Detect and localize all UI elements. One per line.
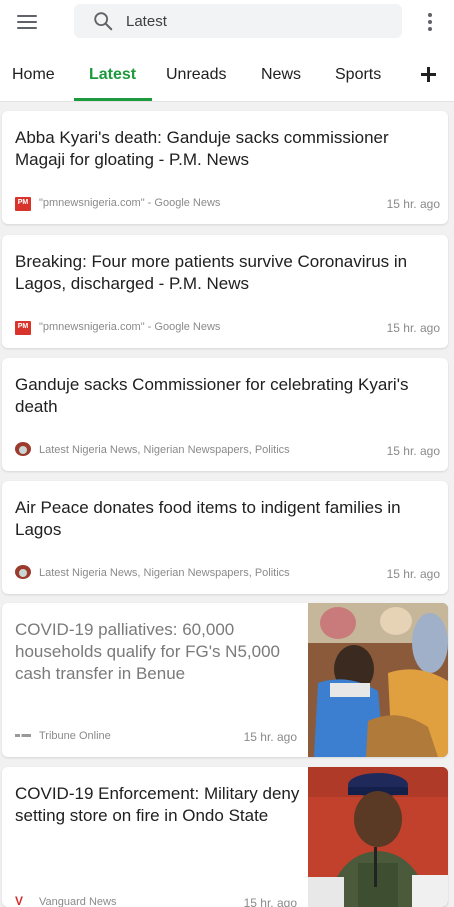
article-thumbnail-image[interactable]	[308, 767, 448, 907]
article-source: Vanguard News	[39, 896, 117, 907]
pm-news-logo-icon: PM	[15, 321, 31, 335]
article-card[interactable]: Breaking: Four more patients survive Cor…	[2, 235, 448, 348]
news-site-logo-icon	[15, 442, 31, 456]
tab-unreads[interactable]: Unreads	[166, 66, 226, 84]
article-meta: Tribune Online 15 hr. ago	[15, 729, 297, 744]
article-meta: Latest Nigeria News, Nigerian Newspapers…	[15, 565, 440, 581]
tab-latest[interactable]: Latest	[89, 66, 136, 84]
article-card[interactable]: Air Peace donates food items to indigent…	[2, 481, 448, 594]
search-icon	[94, 12, 113, 31]
article-meta: Latest Nigeria News, Nigerian Newspapers…	[15, 442, 440, 458]
tab-sports[interactable]: Sports	[335, 66, 381, 84]
article-headline[interactable]: Abba Kyari's death: Ganduje sacks commis…	[15, 127, 440, 171]
article-headline[interactable]: COVID-19 Enforcement: Military deny sett…	[15, 783, 300, 827]
article-headline[interactable]: Air Peace donates food items to indigent…	[15, 497, 440, 541]
tab-home[interactable]: Home	[12, 66, 55, 84]
article-time: 15 hr. ago	[243, 896, 297, 907]
top-app-bar	[0, 0, 454, 44]
vanguard-logo-icon: V	[15, 894, 24, 907]
article-card[interactable]: COVID-19 palliatives: 60,000 households …	[2, 603, 448, 757]
news-site-logo-icon	[15, 565, 31, 579]
article-source: Latest Nigeria News, Nigerian Newspapers…	[39, 567, 290, 579]
article-meta: PM "pmnewsnigeria.com" - Google News 15 …	[15, 320, 440, 335]
category-tabs: Home Latest Unreads News Sports	[0, 44, 454, 102]
article-card[interactable]: COVID-19 Enforcement: Military deny sett…	[2, 767, 448, 907]
search-bar[interactable]	[74, 4, 402, 38]
tribune-logo-icon	[15, 734, 31, 737]
article-source: Latest Nigeria News, Nigerian Newspapers…	[39, 444, 290, 456]
article-meta: PM "pmnewsnigeria.com" - Google News 15 …	[15, 196, 440, 211]
article-time: 15 hr. ago	[386, 197, 440, 211]
add-tab-icon[interactable]	[418, 64, 438, 84]
article-time: 15 hr. ago	[386, 567, 440, 581]
active-tab-indicator	[74, 98, 152, 101]
tab-news[interactable]: News	[261, 66, 301, 84]
article-headline[interactable]: Ganduje sacks Commissioner for celebrati…	[15, 374, 440, 418]
article-meta: V Vanguard News 15 hr. ago	[15, 894, 297, 907]
article-source: "pmnewsnigeria.com" - Google News	[39, 197, 221, 209]
hamburger-menu-icon[interactable]	[14, 10, 40, 34]
article-time: 15 hr. ago	[243, 730, 297, 744]
article-source: "pmnewsnigeria.com" - Google News	[39, 321, 221, 333]
pm-news-logo-icon: PM	[15, 197, 31, 211]
article-headline[interactable]: Breaking: Four more patients survive Cor…	[15, 251, 440, 295]
article-card[interactable]: Ganduje sacks Commissioner for celebrati…	[2, 358, 448, 471]
more-options-icon[interactable]	[420, 10, 440, 34]
article-time: 15 hr. ago	[386, 444, 440, 458]
article-card[interactable]: Abba Kyari's death: Ganduje sacks commis…	[2, 111, 448, 224]
article-time: 15 hr. ago	[386, 321, 440, 335]
article-source: Tribune Online	[39, 730, 111, 742]
search-input[interactable]	[126, 10, 386, 32]
article-thumbnail-image[interactable]	[308, 603, 448, 757]
article-headline[interactable]: COVID-19 palliatives: 60,000 households …	[15, 619, 300, 685]
